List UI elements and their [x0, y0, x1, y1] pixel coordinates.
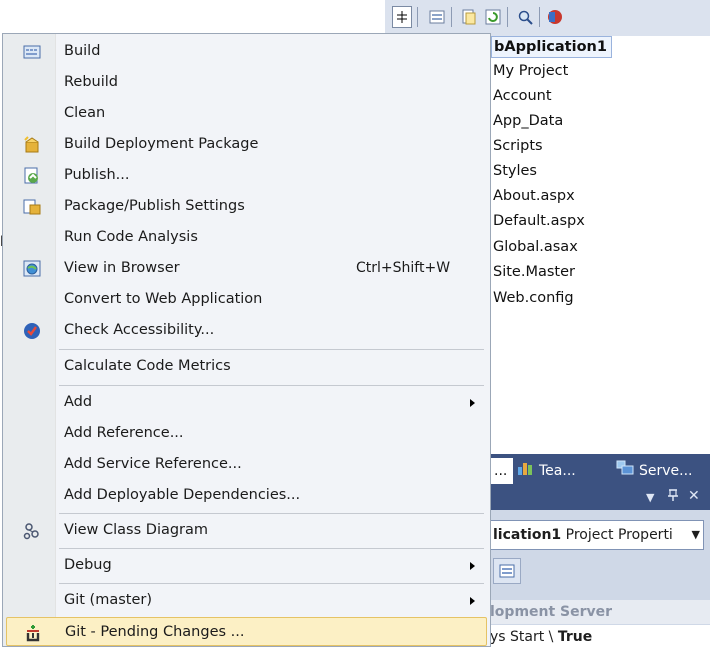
menu-item-label: Run Code Analysis — [64, 229, 198, 245]
property-name: ys Start \ — [490, 629, 558, 645]
menu-item-build[interactable]: Build — [6, 37, 487, 66]
combo-object-name: lication1 — [493, 527, 562, 543]
tab-solution-explorer[interactable]: ... — [490, 458, 514, 484]
tab-label: Tea... — [539, 463, 576, 479]
menu-item-clean[interactable]: Clean — [6, 99, 487, 128]
menu-item-add[interactable]: Add — [6, 388, 487, 417]
tree-item-global[interactable]: Global.asax — [493, 237, 578, 257]
submenu-arrow-icon — [470, 597, 475, 605]
menu-item-run-code-analysis[interactable]: Run Code Analysis — [6, 223, 487, 252]
menu-item-label: Convert to Web Application — [64, 291, 263, 307]
menu-item-shortcut: Ctrl+Shift+W — [356, 260, 451, 276]
project-root-node[interactable]: bApplication1 — [491, 36, 612, 58]
menu-item-label: Build — [64, 43, 101, 59]
menu-item-git-pending-changes[interactable]: Git - Pending Changes ... — [6, 617, 487, 646]
tree-item-app-data[interactable]: App_Data — [493, 111, 563, 131]
tree-item-scripts[interactable]: Scripts — [493, 136, 543, 156]
class-view-icon[interactable] — [545, 6, 565, 28]
menu-item-label: Build Deployment Package — [64, 136, 259, 152]
team-explorer-icon — [518, 460, 534, 482]
menu-item-add-service-reference[interactable]: Add Service Reference... — [6, 450, 487, 479]
git-icon — [23, 623, 43, 643]
project-context-menu: Build Rebuild Clean Build Deployment Pac… — [2, 33, 491, 647]
menu-item-calculate-code-metrics[interactable]: Calculate Code Metrics — [6, 352, 487, 381]
menu-separator — [59, 583, 484, 584]
menu-item-label: Clean — [64, 105, 106, 121]
menu-item-view-class-diagram[interactable]: View Class Diagram — [6, 516, 487, 545]
collapse-icon[interactable] — [392, 6, 412, 28]
property-value: True — [557, 629, 593, 645]
menu-item-add-reference[interactable]: Add Reference... — [6, 419, 487, 448]
solution-explorer-toolbar — [385, 0, 710, 37]
menu-item-label: Git (master) — [64, 592, 153, 608]
build-icon — [22, 42, 42, 62]
menu-item-view-in-browser[interactable]: View in Browser Ctrl+Shift+W — [6, 254, 487, 283]
menu-item-label: Add — [64, 394, 93, 410]
pin-icon[interactable] — [667, 488, 679, 506]
close-icon[interactable]: ✕ — [688, 488, 700, 504]
menu-separator — [59, 513, 484, 514]
refresh-icon[interactable] — [483, 6, 503, 28]
publish-icon — [22, 166, 42, 186]
class-diagram-icon — [22, 521, 42, 541]
menu-item-package-publish-settings[interactable]: Package/Publish Settings — [6, 192, 487, 221]
menu-item-label: Rebuild — [64, 74, 118, 90]
menu-item-label: Add Service Reference... — [64, 456, 242, 472]
browser-icon — [22, 259, 42, 279]
tree-item-about[interactable]: About.aspx — [493, 186, 575, 206]
menu-item-label: View in Browser — [64, 260, 180, 276]
menu-item-git-master[interactable]: Git (master) — [6, 586, 487, 615]
settings-icon — [22, 197, 42, 217]
menu-item-label: Debug — [64, 557, 112, 573]
tree-item-default[interactable]: Default.aspx — [493, 211, 585, 231]
menu-item-build-deployment-package[interactable]: Build Deployment Package — [6, 130, 487, 159]
tab-team-explorer[interactable]: Tea... — [518, 460, 576, 482]
property-pages-icon — [499, 564, 515, 578]
menu-item-label: Add Reference... — [64, 425, 184, 441]
menu-item-label: Git - Pending Changes ... — [65, 624, 245, 640]
tree-item-my-project[interactable]: My Project — [493, 61, 568, 81]
property-pages-button[interactable] — [493, 558, 521, 584]
menu-item-label: Check Accessibility... — [64, 322, 215, 338]
menu-separator — [59, 385, 484, 386]
menu-item-check-accessibility[interactable]: Check Accessibility... — [6, 316, 487, 345]
property-row[interactable]: ys Start \ True — [490, 625, 710, 649]
menu-item-convert-to-web-application[interactable]: Convert to Web Application — [6, 285, 487, 314]
menu-item-label: Publish... — [64, 167, 130, 183]
properties-icon[interactable] — [427, 6, 447, 28]
tab-label: Serve... — [639, 463, 693, 479]
menu-item-label: Calculate Code Metrics — [64, 358, 231, 374]
tree-item-web-config[interactable]: Web.config — [493, 288, 574, 308]
menu-item-label: Add Deployable Dependencies... — [64, 487, 301, 503]
menu-separator — [59, 349, 484, 350]
menu-item-publish[interactable]: Publish... — [6, 161, 487, 190]
chevron-down-icon: ▼ — [691, 528, 700, 541]
view-code-icon[interactable] — [515, 6, 535, 28]
tree-item-styles[interactable]: Styles — [493, 161, 537, 181]
tree-item-account[interactable]: Account — [493, 86, 552, 106]
menu-item-rebuild[interactable]: Rebuild — [6, 68, 487, 97]
tool-window-tabs: ... Tea... Serve... — [490, 454, 710, 484]
package-icon — [22, 135, 42, 155]
server-explorer-icon — [616, 460, 634, 483]
tab-label: ... — [494, 463, 508, 479]
dropdown-arrow-icon[interactable]: ▼ — [646, 491, 654, 504]
properties-object-selector[interactable]: lication1 Project Properti ▼ — [490, 520, 704, 550]
property-category: lopment Server — [490, 600, 710, 624]
combo-object-type: Project Properti — [561, 527, 673, 543]
tree-item-site-master[interactable]: Site.Master — [493, 262, 575, 282]
menu-item-add-deployable-dependencies[interactable]: Add Deployable Dependencies... — [6, 481, 487, 510]
menu-item-label: Package/Publish Settings — [64, 198, 245, 214]
menu-item-debug[interactable]: Debug — [6, 551, 487, 580]
accessibility-icon — [22, 321, 42, 341]
menu-item-label: View Class Diagram — [64, 522, 209, 538]
show-all-files-icon[interactable] — [459, 6, 479, 28]
submenu-arrow-icon — [470, 399, 475, 407]
menu-separator — [59, 548, 484, 549]
tab-server-explorer[interactable]: Serve... — [616, 460, 693, 482]
submenu-arrow-icon — [470, 562, 475, 570]
properties-header: ▼ ✕ — [490, 484, 710, 510]
